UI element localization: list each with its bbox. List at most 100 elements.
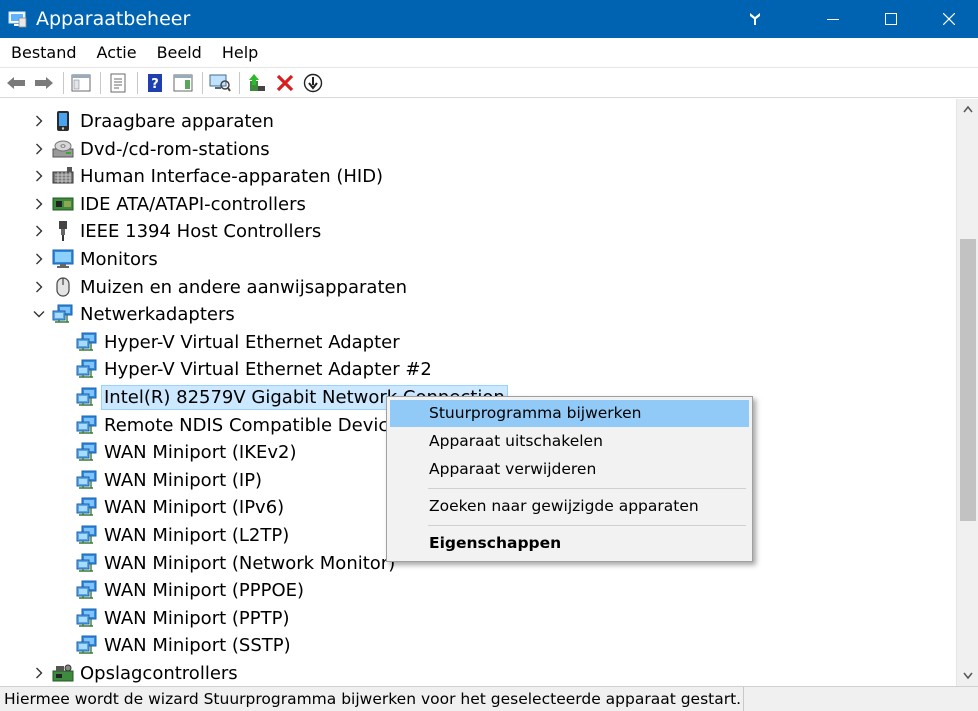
toolbar-separator [100,71,101,94]
hid-icon [52,165,74,187]
context-menu-item[interactable]: Apparaat uitschakelen [390,428,749,455]
uninstall-device-button[interactable] [273,71,297,95]
tree-item-label: Draagbare apparaten [80,111,274,132]
toolbar: ? [0,68,978,98]
tree-item[interactable]: WAN Miniport (PPTP) [0,605,956,632]
portable-device-icon [52,110,74,132]
status-text: Hiermee wordt de wizard Stuurprogramma b… [0,686,745,711]
action-pane-icon [173,74,193,91]
tree-item[interactable]: WAN Miniport (PPPOE) [0,577,956,604]
update-driver-icon [249,73,265,91]
context-menu-item[interactable]: Apparaat verwijderen [390,456,749,483]
tree-item[interactable]: Opslagcontrollers [0,660,956,686]
scan-hardware-icon [209,74,231,92]
minimize-button[interactable] [804,0,862,38]
tree-item[interactable]: Hyper-V Virtual Ethernet Adapter #2 [0,356,956,383]
scan-hardware-button[interactable] [208,71,232,95]
arrow-left-icon [7,76,25,89]
tree-item[interactable]: Monitors [0,246,956,273]
tree-item[interactable]: IEEE 1394 Host Controllers [0,218,956,245]
chevron-right-icon[interactable] [33,253,45,265]
context-menu-separator [428,488,746,489]
chevron-up-icon [963,105,973,113]
tree-item-label: WAN Miniport (L2TP) [104,525,290,546]
menu-beeld[interactable]: Beeld [147,38,212,68]
console-tree-icon [71,74,91,91]
tree-item[interactable]: Hyper-V Virtual Ethernet Adapter [0,329,956,356]
pin-icon[interactable] [744,8,766,30]
tree-item-label: Dvd-/cd-rom-stations [80,138,270,160]
console-tree-button[interactable] [69,71,93,95]
tree-item-label: Human Interface-apparaten (HID) [80,166,384,188]
arrow-right-icon [35,76,53,89]
chevron-right-icon[interactable] [33,225,45,237]
help-icon: ? [148,73,162,92]
tree-item[interactable]: IDE ATA/ATAPI-controllers [0,191,956,218]
menu-actie[interactable]: Actie [87,38,147,68]
chevron-right-icon[interactable] [33,143,45,155]
chevron-right-icon[interactable] [33,170,45,182]
scroll-down-button[interactable] [957,666,978,686]
ide-controller-icon [52,193,74,215]
minimize-icon [827,19,839,20]
context-menu-item[interactable]: Eigenschappen [390,530,749,557]
tree-item[interactable]: Dvd-/cd-rom-stations [0,136,956,163]
device-tree[interactable]: Draagbare apparaten Dvd-/cd-rom-stations H… [0,99,956,686]
scroll-thumb[interactable] [960,239,976,521]
close-icon [943,13,955,25]
tree-item[interactable]: Human Interface-apparaten (HID) [0,163,956,190]
tree-item-label: Monitors [80,249,158,270]
menu-help[interactable]: Help [212,38,268,68]
tree-item-label: WAN Miniport (IPv6) [104,497,285,519]
disable-device-button[interactable] [301,71,325,95]
network-adapter-icon [76,331,98,353]
monitor-icon [52,248,74,270]
tree-item-label: IDE ATA/ATAPI-controllers [80,193,306,215]
chevron-down-icon[interactable] [33,308,45,320]
network-adapter-icon [76,634,98,656]
chevron-right-icon[interactable] [33,281,45,293]
back-button[interactable] [4,71,28,95]
help-button[interactable]: ? [143,71,167,95]
chevron-right-icon[interactable] [33,667,45,679]
menu-bestand[interactable]: Bestand [0,38,87,68]
tree-item-label: IEEE 1394 Host Controllers [80,221,322,243]
context-menu-item[interactable]: Stuurprogramma bijwerken [390,400,749,427]
context-menu-separator [428,525,746,526]
svg-text:?: ? [151,77,159,92]
network-adapter-icon [76,579,98,601]
action-pane-button[interactable] [171,71,195,95]
chevron-right-icon[interactable] [33,198,45,210]
network-adapter-icon [76,414,98,436]
network-adapter-icon [52,303,74,325]
tree-item-label: Netwerkadapters [80,304,235,326]
maximize-button[interactable] [862,0,920,38]
update-driver-button[interactable] [245,71,269,95]
context-menu: Stuurprogramma bijwerken Apparaat uitscha… [386,396,753,562]
toolbar-separator [202,71,203,94]
title-bar[interactable]: Apparaatbeheer [0,0,978,38]
tree-item[interactable]: Netwerkadapters [0,301,956,328]
tree-item[interactable]: Draagbare apparaten [0,108,956,135]
scroll-up-button[interactable] [957,99,978,119]
properties-icon [110,73,126,92]
network-adapter-icon [76,358,98,380]
vertical-scrollbar[interactable] [956,99,978,686]
tree-item-label: Hyper-V Virtual Ethernet Adapter [104,331,400,353]
tree-item[interactable]: WAN Miniport (SSTP) [0,632,956,659]
context-menu-item[interactable]: Zoeken naar gewijzigde apparaten [390,493,749,520]
tree-item-label: WAN Miniport (SSTP) [104,635,291,657]
disable-device-icon [303,73,323,92]
network-adapter-icon [76,441,98,463]
properties-button[interactable] [106,71,130,95]
tree-item-label: WAN Miniport (IP) [104,469,263,491]
maximize-icon [885,13,897,25]
forward-button[interactable] [32,71,56,95]
chevron-right-icon[interactable] [33,115,45,127]
toolbar-separator [239,71,240,94]
tree-item[interactable]: Muizen en andere aanwijsapparaten [0,274,956,301]
close-button[interactable] [920,0,978,38]
red-x-icon [276,74,294,91]
network-adapter-icon [76,607,98,629]
tree-item-label: Remote NDIS Compatible Device [104,414,400,436]
